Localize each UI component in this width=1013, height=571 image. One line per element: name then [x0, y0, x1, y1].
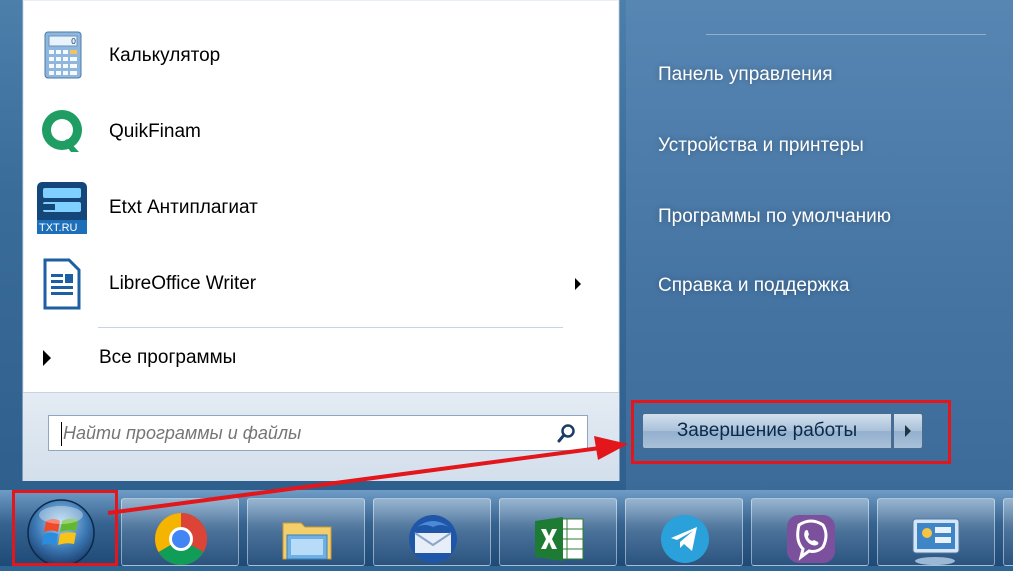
link-control-panel[interactable]: Панель управления: [658, 64, 833, 86]
taskbar-thunderbird[interactable]: [373, 498, 491, 566]
control-panel-icon: [912, 518, 960, 565]
telegram-icon: [661, 515, 709, 563]
start-highlight-box: [12, 490, 118, 566]
etxt-icon: TXT.RU: [37, 180, 87, 236]
program-label: Etxt Антиплагиат: [109, 197, 258, 218]
taskbar-chrome[interactable]: [121, 498, 239, 566]
all-programs-item[interactable]: Все программы: [43, 336, 236, 380]
program-label: LibreOffice Writer: [109, 273, 257, 294]
start-menu: 0 Калькулятор QuikFinam TXT.RU Etxt Анти…: [0, 0, 1013, 490]
menu-divider: [98, 327, 563, 328]
search-input[interactable]: [61, 421, 535, 445]
link-devices-printers[interactable]: Устройства и принтеры: [658, 135, 864, 157]
program-item-libreoffice-writer[interactable]: LibreOffice Writer: [35, 250, 595, 318]
search-area: [23, 392, 619, 481]
program-item-calculator[interactable]: 0 Калькулятор: [35, 22, 595, 90]
taskbar-control-panel[interactable]: [877, 498, 995, 566]
expand-arrow-icon: [43, 350, 51, 366]
all-programs-label: Все программы: [99, 347, 237, 368]
program-label: QuikFinam: [109, 121, 201, 142]
program-label: Калькулятор: [109, 45, 221, 66]
taskbar-next-item[interactable]: [1003, 498, 1013, 566]
right-pane-divider: [706, 34, 986, 35]
libreoffice-writer-icon: [37, 256, 87, 312]
search-icon[interactable]: [557, 423, 577, 443]
thunderbird-icon: [409, 515, 457, 563]
etxt-badge-text: TXT.RU: [39, 222, 78, 234]
program-item-etxt[interactable]: TXT.RU Etxt Антиплагиат: [35, 174, 595, 242]
quikfinam-icon: [37, 104, 87, 160]
explorer-folder-icon: [282, 522, 332, 560]
search-box[interactable]: [48, 415, 588, 451]
viber-icon: [787, 515, 835, 563]
chrome-icon: [155, 513, 207, 565]
program-item-quikfinam[interactable]: QuikFinam: [35, 98, 595, 166]
taskbar-viber[interactable]: [751, 498, 869, 566]
excel-icon: [535, 517, 584, 561]
svg-text:0: 0: [71, 37, 76, 46]
calculator-icon: 0: [37, 28, 87, 84]
link-default-programs[interactable]: Программы по умолчанию: [658, 206, 891, 228]
taskbar-excel[interactable]: [499, 498, 617, 566]
taskbar-telegram[interactable]: [625, 498, 743, 566]
link-help-support[interactable]: Справка и поддержка: [658, 275, 849, 297]
taskbar-explorer[interactable]: [247, 498, 365, 566]
shutdown-highlight-box: [631, 400, 951, 464]
text-caret: [61, 422, 62, 446]
submenu-arrow-icon[interactable]: [575, 278, 581, 290]
start-menu-left-pane: 0 Калькулятор QuikFinam TXT.RU Etxt Анти…: [22, 0, 620, 481]
